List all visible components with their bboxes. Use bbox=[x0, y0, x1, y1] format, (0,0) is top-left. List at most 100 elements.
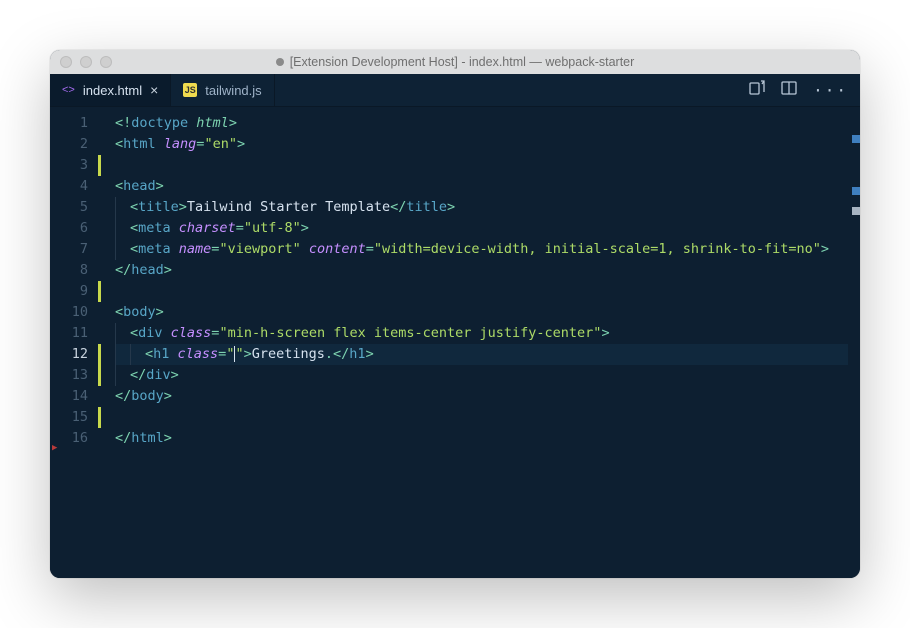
code-line[interactable]: <meta charset="utf-8"> bbox=[115, 218, 860, 239]
token-p: > bbox=[237, 134, 245, 155]
line-number[interactable]: 12 bbox=[54, 344, 88, 365]
token-p: > bbox=[164, 428, 172, 449]
editor[interactable]: 12345678910111213141516▶ <!doctype html>… bbox=[50, 107, 860, 578]
code-line[interactable]: <html lang="en"> bbox=[115, 134, 860, 155]
token-at: class bbox=[178, 344, 219, 365]
compare-changes-icon[interactable] bbox=[749, 80, 765, 100]
line-number[interactable]: 3 bbox=[54, 155, 88, 176]
token-tg: body bbox=[123, 302, 156, 323]
token-p: > bbox=[156, 302, 164, 323]
token-p: </ bbox=[115, 428, 131, 449]
expand-indicator-icon: ▶ bbox=[52, 438, 57, 459]
token-p: < bbox=[115, 302, 123, 323]
code-line[interactable]: </div> bbox=[115, 365, 860, 386]
token-tg: html bbox=[131, 428, 164, 449]
indent-guide bbox=[115, 344, 116, 365]
code-line[interactable]: </body> bbox=[115, 386, 860, 407]
window-title: [Extension Development Host] - index.htm… bbox=[50, 55, 860, 69]
code-area[interactable]: <!doctype html><html lang="en"><head><ti… bbox=[101, 107, 860, 578]
code-line[interactable]: <!doctype html> bbox=[115, 113, 860, 134]
token-tg: head bbox=[123, 176, 156, 197]
token-at: content bbox=[309, 239, 366, 260]
token-eq: = bbox=[236, 218, 244, 239]
code-line[interactable]: <h1 class="">Greetings.</h1> bbox=[115, 344, 848, 365]
line-number[interactable]: 16▶ bbox=[54, 428, 88, 449]
line-number[interactable]: 8 bbox=[54, 260, 88, 281]
overview-ruler[interactable] bbox=[850, 107, 860, 578]
close-tab-icon[interactable]: × bbox=[150, 83, 158, 97]
line-number[interactable]: 1 bbox=[54, 113, 88, 134]
overview-mark bbox=[852, 135, 860, 143]
token-tg: html bbox=[123, 134, 164, 155]
token-p: < bbox=[130, 197, 138, 218]
close-window-button[interactable] bbox=[60, 56, 72, 68]
token-tg: meta bbox=[138, 218, 179, 239]
code-line[interactable]: <head> bbox=[115, 176, 860, 197]
token-tg: title bbox=[138, 197, 179, 218]
line-number[interactable]: 10 bbox=[54, 302, 88, 323]
token-p: . bbox=[325, 344, 333, 365]
token-p: > bbox=[821, 239, 829, 260]
code-line[interactable]: <div class="min-h-screen flex items-cent… bbox=[115, 323, 860, 344]
js-file-icon: JS bbox=[183, 83, 197, 97]
tab-index-html[interactable]: <> index.html × bbox=[50, 74, 171, 106]
token-p: < bbox=[130, 218, 138, 239]
line-number[interactable]: 6 bbox=[54, 218, 88, 239]
token-tg: div bbox=[146, 365, 170, 386]
token-p: > bbox=[244, 344, 252, 365]
indent-guide bbox=[115, 323, 116, 344]
vscode-window: [Extension Development Host] - index.htm… bbox=[50, 50, 860, 578]
token-at: class bbox=[171, 323, 212, 344]
overview-mark bbox=[852, 187, 860, 195]
token-eq: = bbox=[366, 239, 374, 260]
code-line[interactable]: </head> bbox=[115, 260, 860, 281]
token-tg: body bbox=[131, 386, 164, 407]
zoom-window-button[interactable] bbox=[100, 56, 112, 68]
indent-guide bbox=[130, 344, 131, 365]
token-p: > bbox=[164, 386, 172, 407]
line-number[interactable]: 2 bbox=[54, 134, 88, 155]
token-st: "min-h-screen flex items-center justify-… bbox=[219, 323, 601, 344]
code-line[interactable]: <body> bbox=[115, 302, 860, 323]
tab-tailwind-js[interactable]: JS tailwind.js bbox=[171, 74, 274, 106]
line-number[interactable]: 7 bbox=[54, 239, 88, 260]
code-line[interactable]: <title>Tailwind Starter Template</title> bbox=[115, 197, 860, 218]
tab-label: tailwind.js bbox=[205, 83, 261, 98]
token-p: < bbox=[115, 176, 123, 197]
token-tg: head bbox=[131, 260, 164, 281]
code-line[interactable] bbox=[115, 407, 860, 428]
token-st: "utf-8" bbox=[244, 218, 301, 239]
split-editor-icon[interactable] bbox=[781, 80, 797, 100]
line-number[interactable]: 4 bbox=[54, 176, 88, 197]
token-p: > bbox=[447, 197, 455, 218]
token-dt: html bbox=[196, 113, 229, 134]
token-p: </ bbox=[390, 197, 406, 218]
code-line[interactable]: </html> bbox=[115, 428, 860, 449]
titlebar[interactable]: [Extension Development Host] - index.htm… bbox=[50, 50, 860, 74]
minimize-window-button[interactable] bbox=[80, 56, 92, 68]
token-st: "width=device-width, initial-scale=1, sh… bbox=[374, 239, 821, 260]
more-actions-icon[interactable]: ··· bbox=[813, 81, 848, 100]
code-line[interactable] bbox=[115, 155, 860, 176]
token-p: < bbox=[145, 344, 153, 365]
token-p: </ bbox=[115, 260, 131, 281]
line-number[interactable]: 15 bbox=[54, 407, 88, 428]
token-p: > bbox=[301, 218, 309, 239]
line-number[interactable]: 13 bbox=[54, 365, 88, 386]
token-p: > bbox=[601, 323, 609, 344]
line-number[interactable]: 5 bbox=[54, 197, 88, 218]
token-tx: Tailwind Starter Template bbox=[187, 197, 390, 218]
code-line[interactable] bbox=[115, 281, 860, 302]
token-p: <! bbox=[115, 113, 131, 134]
line-number[interactable]: 14 bbox=[54, 386, 88, 407]
line-number[interactable]: 11 bbox=[54, 323, 88, 344]
token-p: </ bbox=[115, 386, 131, 407]
code-line[interactable]: <meta name="viewport" content="width=dev… bbox=[115, 239, 860, 260]
token-at: lang bbox=[164, 134, 197, 155]
dirty-indicator-icon bbox=[276, 58, 284, 66]
overview-selection-mark bbox=[852, 207, 860, 215]
line-number[interactable]: 9 bbox=[54, 281, 88, 302]
line-number-gutter[interactable]: 12345678910111213141516▶ bbox=[50, 107, 98, 578]
token-p: </ bbox=[333, 344, 349, 365]
token-p: </ bbox=[130, 365, 146, 386]
